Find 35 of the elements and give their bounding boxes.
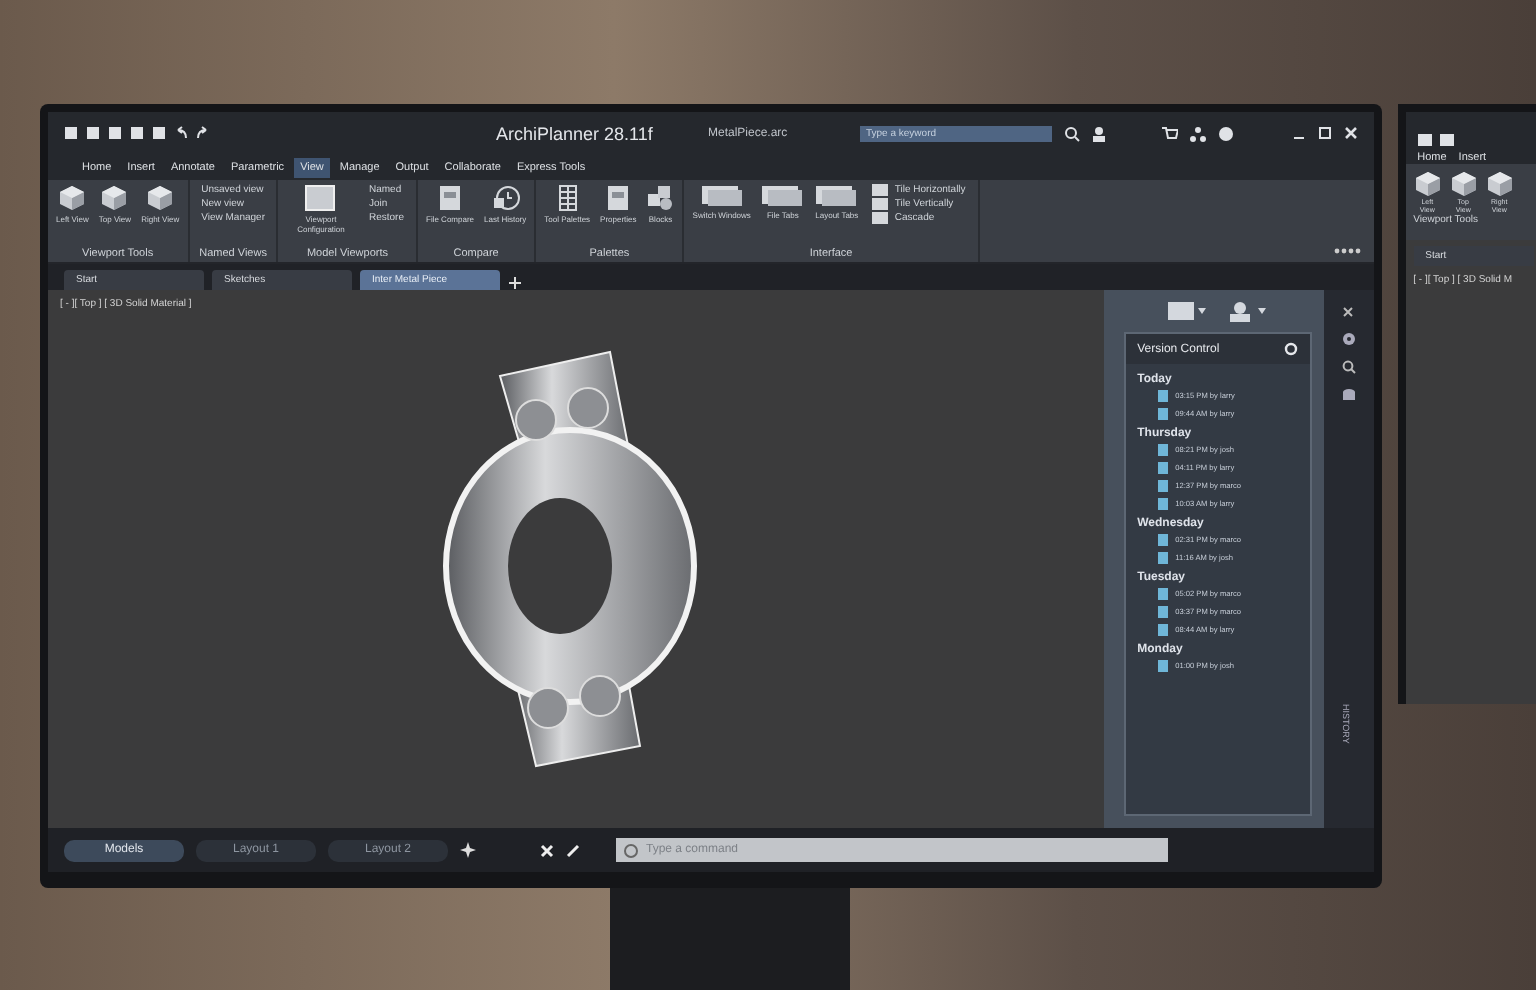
windows-icon[interactable] — [814, 184, 859, 208]
undo-icon[interactable] — [174, 126, 188, 140]
document-icon[interactable] — [606, 184, 631, 212]
windows-icon[interactable] — [760, 184, 805, 208]
cube-icon[interactable] — [1413, 170, 1442, 198]
cube-icon[interactable] — [146, 184, 175, 212]
grid-icon[interactable] — [557, 184, 578, 212]
redo-icon[interactable] — [196, 126, 210, 140]
tile-icon[interactable] — [872, 184, 889, 196]
close-icon[interactable] — [1342, 306, 1355, 318]
document-icon[interactable] — [438, 184, 462, 212]
pencil-icon[interactable] — [566, 843, 580, 857]
close-icon[interactable] — [1343, 126, 1358, 140]
viewport-icon[interactable] — [304, 184, 337, 212]
cart-icon[interactable] — [1162, 125, 1179, 141]
file-icon — [1157, 660, 1168, 672]
cube-icon[interactable] — [1485, 170, 1514, 198]
search-icon[interactable] — [1064, 125, 1080, 141]
window-title: ArchiPlanner 28.11f — [496, 123, 655, 143]
user-dropdown-icon[interactable] — [1227, 302, 1268, 322]
plus-icon[interactable] — [508, 276, 522, 290]
cube-icon[interactable] — [100, 184, 129, 212]
network-icon[interactable] — [1190, 125, 1207, 141]
windows-icon[interactable] — [699, 184, 744, 208]
cube-icon[interactable] — [1449, 170, 1478, 198]
tile-icon[interactable] — [872, 198, 889, 210]
maximize-icon[interactable] — [1317, 126, 1332, 140]
sparkle-icon[interactable] — [460, 842, 476, 858]
monitor-dropdown-icon[interactable] — [1167, 302, 1208, 320]
tile-icon[interactable] — [872, 212, 889, 224]
blocks-icon[interactable] — [646, 184, 675, 212]
search-icon[interactable] — [1341, 360, 1356, 374]
cube-icon[interactable] — [58, 184, 87, 212]
user-icon[interactable] — [1092, 125, 1106, 141]
more-icon[interactable] — [1333, 248, 1362, 254]
